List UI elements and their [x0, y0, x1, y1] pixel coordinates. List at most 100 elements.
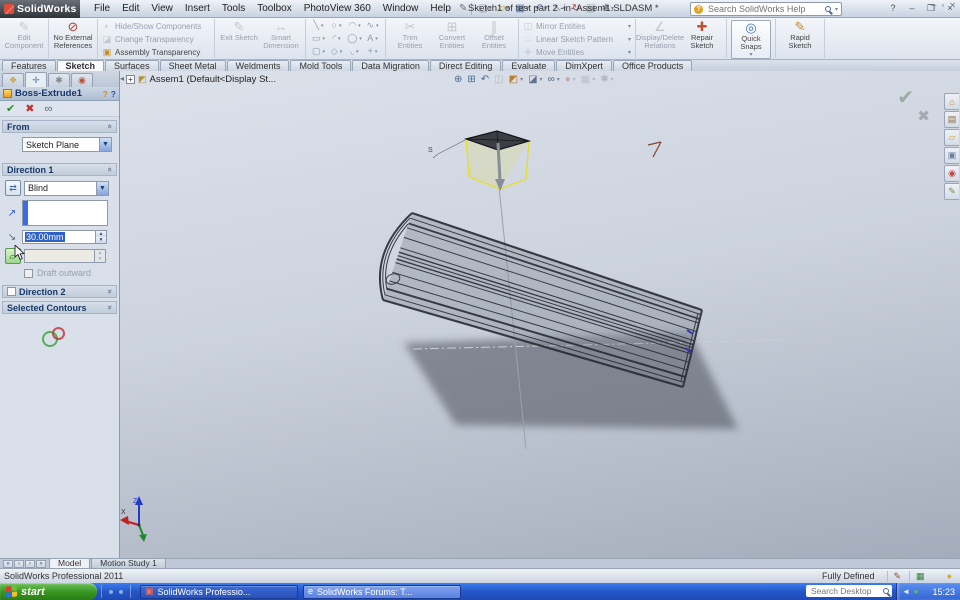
task-pane-tab[interactable]: ◉: [944, 165, 959, 182]
ribbon-button-convert-entities[interactable]: ⊞ Convert Entities: [432, 20, 472, 50]
document-tab[interactable]: Model: [49, 558, 91, 569]
headsup-button[interactable]: ↶ ▾: [481, 74, 489, 85]
pane-minimize-icon[interactable]: ─: [931, 1, 937, 10]
minimize-button[interactable]: –: [904, 1, 920, 14]
ribbon-button-edit-component[interactable]: ✎ Edit Component: [4, 20, 44, 50]
selected-contours-header[interactable]: Selected Contours »: [2, 301, 117, 314]
ribbon-button-rectangle[interactable]: ▭ ▾: [310, 33, 327, 45]
pm-help-icon[interactable]: ?: [111, 89, 116, 99]
menu-item[interactable]: Window: [377, 1, 425, 16]
task-pane-tab[interactable]: ⌂: [944, 93, 959, 110]
command-tab[interactable]: Office Products: [612, 60, 693, 71]
scroll-next-icon[interactable]: ›: [25, 559, 35, 568]
command-tab[interactable]: Data Migration: [352, 60, 429, 71]
command-tab[interactable]: Evaluate: [502, 60, 556, 71]
confirmation-cancel-icon[interactable]: ✖: [917, 107, 930, 125]
ribbon-button-display-delete-relations[interactable]: ∠ Display/Delete Relations: [636, 20, 684, 50]
ribbon-button-slot[interactable]: ▢ ▾: [310, 46, 327, 58]
ribbon-button-sketch-fillet[interactable]: ◟ ▾: [346, 46, 363, 58]
help-search-box[interactable]: ? ▾: [690, 2, 842, 16]
headsup-button[interactable]: ◩ ▾: [509, 74, 523, 85]
headsup-button[interactable]: ● ▾: [565, 74, 576, 85]
direction2-group-header[interactable]: Direction 2 »: [2, 285, 117, 298]
ribbon-button-ellipse[interactable]: ◯ ▾: [346, 33, 363, 45]
ribbon-button-point[interactable]: + ▾: [364, 46, 381, 58]
draft-outward-checkbox[interactable]: Draft outward: [24, 268, 115, 278]
command-tab[interactable]: DimXpert: [556, 60, 612, 71]
ribbon-button-smart-dimension[interactable]: ↔ Smart Dimension: [261, 20, 301, 50]
tree-expand-icon[interactable]: +: [126, 75, 135, 84]
headsup-button[interactable]: ◪ ▾: [528, 74, 542, 85]
network-icon[interactable]: ●: [914, 587, 919, 596]
menu-item[interactable]: File: [88, 1, 116, 16]
scroll-prev-icon[interactable]: ‹: [14, 559, 24, 568]
command-tab[interactable]: Weldments: [226, 60, 290, 71]
direction2-checkbox[interactable]: [7, 287, 16, 296]
ribbon-button-hide-show-components[interactable]: ◐ Hide/Show Components: [102, 20, 210, 32]
ribbon-button-mirror-entities[interactable]: ◫ Mirror Entities ▾: [523, 20, 631, 32]
depth-spinner[interactable]: ▲ ▼: [96, 230, 107, 244]
menu-item[interactable]: Help: [424, 1, 457, 16]
command-tab[interactable]: Surfaces: [105, 60, 159, 71]
panel-collapse-arrow-icon[interactable]: ◂: [120, 74, 124, 83]
manager-tab[interactable]: ✛: [25, 72, 47, 87]
quick-launch-icon[interactable]: [109, 589, 113, 594]
menu-item[interactable]: Edit: [116, 1, 145, 16]
manager-tab[interactable]: ◉: [71, 73, 93, 87]
task-pane-tab[interactable]: ▱: [944, 129, 959, 146]
ribbon-button-circle[interactable]: ○ ▾: [328, 20, 345, 32]
document-tab[interactable]: Motion Study 1: [91, 558, 166, 569]
start-button[interactable]: start: [0, 583, 97, 600]
manager-tab[interactable]: ❖: [2, 73, 24, 87]
from-dropdown[interactable]: Sketch Plane ▼: [22, 137, 112, 152]
ok-check-icon[interactable]: ✔: [6, 103, 15, 115]
menu-item[interactable]: Tools: [216, 1, 251, 16]
from-group-header[interactable]: From «: [2, 120, 117, 133]
ribbon-button-exit-sketch[interactable]: ✎ Exit Sketch: [219, 20, 259, 42]
ribbon-button-move-entities[interactable]: ✛ Move Entities ▾: [523, 46, 631, 58]
scroll-first-icon[interactable]: «: [3, 559, 13, 568]
command-tab[interactable]: Direct Editing: [429, 60, 502, 71]
ribbon-button-arc[interactable]: ◠ ▾: [346, 20, 363, 32]
direction1-group-header[interactable]: Direction 1 «: [2, 163, 117, 176]
ribbon-button-line[interactable]: ╲ ▾: [310, 20, 327, 32]
headsup-button[interactable]: ⊕ ▾: [454, 74, 462, 85]
taskbar-task-button[interactable]: ▣ SolidWorks Professio...: [140, 584, 298, 599]
ribbon-button-centerpoint-arc[interactable]: ◜ ▾: [328, 33, 345, 45]
headsup-button[interactable]: ✱ ▾: [600, 74, 613, 85]
pane-close-icon[interactable]: ✕: [949, 1, 956, 10]
task-pane-tab[interactable]: ▣: [944, 147, 959, 164]
assembly-tree-root[interactable]: Assem1 (Default<Display St...: [150, 74, 276, 85]
detailed-preview-icon[interactable]: ∞: [44, 103, 52, 115]
draft-button[interactable]: ▱: [5, 248, 21, 264]
ribbon-button-no-external-references[interactable]: ⊘ No External References: [53, 20, 93, 50]
task-pane-tab[interactable]: ▤: [944, 111, 959, 128]
headsup-button[interactable]: ◫ ▾: [494, 74, 503, 85]
volume-icon[interactable]: ◄: [902, 587, 910, 596]
search-icon[interactable]: [824, 6, 831, 12]
command-tab[interactable]: Features: [2, 60, 56, 71]
ribbon-button-trim-entities[interactable]: ✂ Trim Entities: [390, 20, 430, 50]
command-tab[interactable]: Mold Tools: [290, 60, 352, 71]
ribbon-button-change-transparency[interactable]: ◪ Change Transparency: [102, 33, 210, 45]
ribbon-button-quick-snaps[interactable]: ◎ Quick Snaps ▾: [731, 20, 771, 59]
quick-launch-icon[interactable]: [119, 589, 123, 594]
desktop-search-box[interactable]: [806, 585, 892, 597]
help-coin-icon[interactable]: ●: [947, 571, 952, 581]
taskbar-task-button[interactable]: e SolidWorks Forums: T...: [303, 584, 461, 599]
end-condition-dropdown[interactable]: Blind ▼: [24, 180, 109, 196]
desktop-search-input[interactable]: [809, 585, 880, 597]
direction-reference-box[interactable]: [22, 200, 108, 226]
menu-item[interactable]: Insert: [179, 1, 216, 16]
ribbon-button-offset-entities[interactable]: ∥ Offset Entities: [474, 20, 514, 50]
units-icon[interactable]: ▦: [909, 570, 925, 582]
ribbon-button-polygon[interactable]: ◇ ▾: [328, 46, 345, 58]
headsup-button[interactable]: ▦ ▾: [581, 74, 595, 85]
command-tab[interactable]: Sketch: [56, 60, 105, 71]
pane-restore-icon[interactable]: ▫: [941, 1, 944, 10]
ribbon-button-rapid-sketch[interactable]: ✎ Rapid Sketch: [780, 20, 820, 50]
ribbon-button-sketch-text[interactable]: A ▾: [364, 33, 381, 45]
ribbon-button-repair-sketch[interactable]: ✚ Repair Sketch: [682, 20, 722, 50]
manager-tab[interactable]: ✱: [48, 73, 70, 87]
ribbon-button-spline[interactable]: ∿ ▾: [364, 20, 381, 32]
